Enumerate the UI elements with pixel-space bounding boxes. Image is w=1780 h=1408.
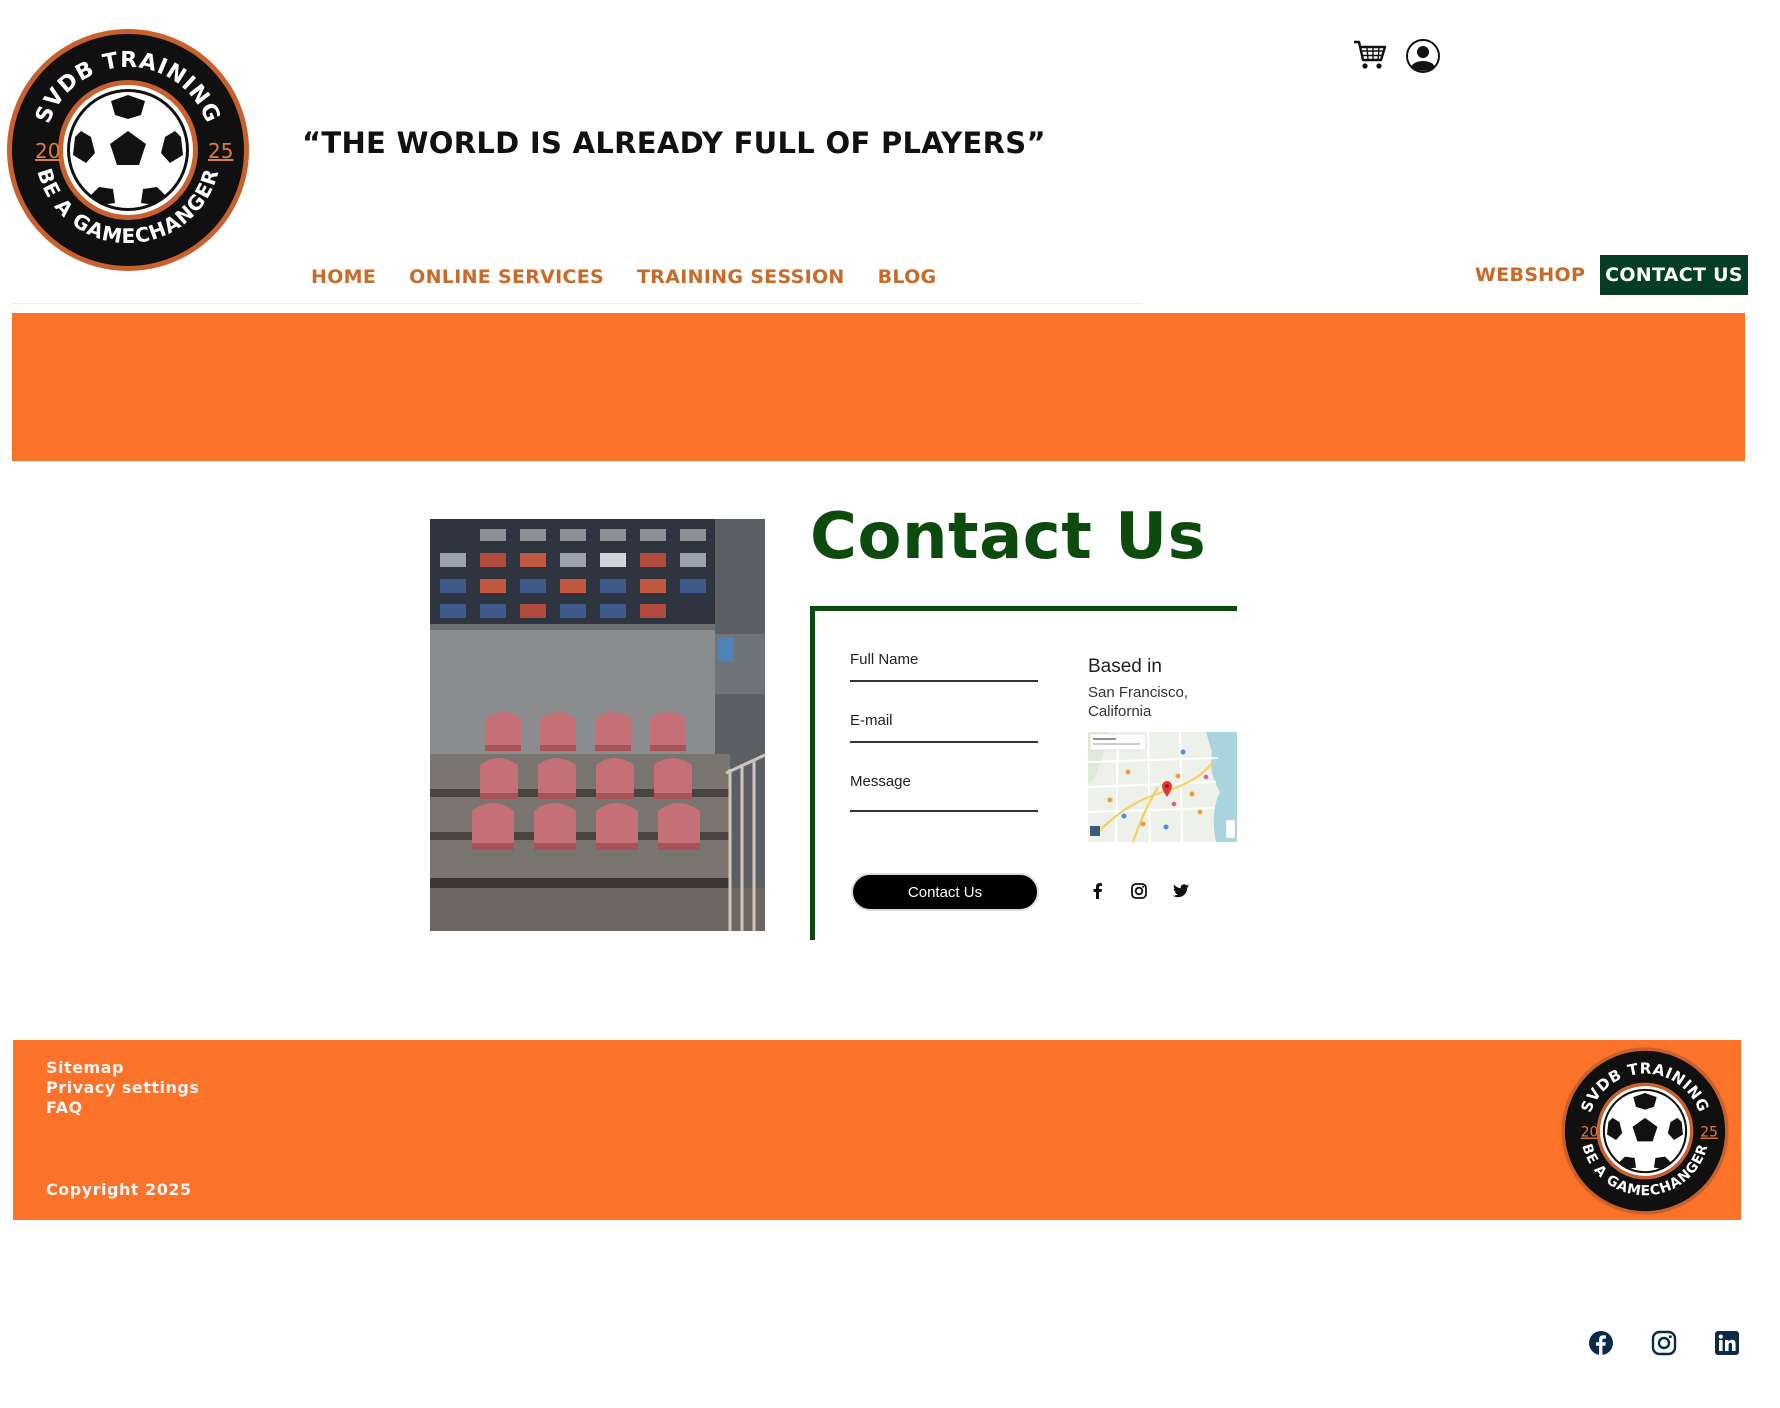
form-frame-top: [810, 606, 1237, 611]
facebook-icon[interactable]: [1588, 1330, 1614, 1356]
location-map[interactable]: [1088, 732, 1237, 842]
based-in-label: Based in: [1088, 656, 1162, 677]
footer-links: Sitemap Privacy settings FAQ: [46, 1058, 199, 1118]
footer-link-privacy[interactable]: Privacy settings: [46, 1078, 199, 1098]
instagram-icon[interactable]: [1651, 1330, 1677, 1356]
linkedin-icon[interactable]: [1714, 1330, 1740, 1356]
footer-link-sitemap[interactable]: Sitemap: [46, 1058, 199, 1078]
email-label: E-mail: [850, 712, 893, 729]
nav-home[interactable]: HOME: [311, 266, 376, 288]
nav-webshop[interactable]: WEBSHOP: [1475, 264, 1585, 286]
contact-submit-button[interactable]: Contact Us: [851, 873, 1039, 911]
logo-year-right: 25: [208, 139, 233, 163]
footer-logo[interactable]: SVDB TRAINING BE A GAMECHANGER 20 25: [1560, 1046, 1730, 1216]
twitter-icon[interactable]: [1172, 882, 1190, 900]
user-icon[interactable]: [1405, 38, 1441, 74]
logo-year-left: 20: [35, 139, 60, 163]
tagline: “THE WORLD IS ALREADY FULL OF PLAYERS”: [302, 126, 1046, 160]
hero-banner: [12, 313, 1745, 461]
facebook-icon[interactable]: [1089, 882, 1107, 900]
logo[interactable]: SVDB TRAINING BE A GAMECHANGER 20 25: [5, 27, 251, 273]
location-text: San Francisco, California: [1088, 684, 1189, 720]
nav-online-services[interactable]: ONLINE SERVICES: [409, 266, 604, 288]
footer-link-faq[interactable]: FAQ: [46, 1098, 199, 1118]
copyright: Copyright 2025: [46, 1180, 192, 1199]
footer: [13, 1040, 1741, 1220]
cart-icon[interactable]: [1352, 36, 1388, 72]
footer-logo-year-right: 25: [1700, 1125, 1718, 1141]
instagram-icon[interactable]: [1130, 882, 1148, 900]
email-input[interactable]: [850, 741, 1038, 743]
full-name-input[interactable]: [850, 680, 1038, 682]
full-name-label: Full Name: [850, 651, 919, 668]
nav-divider: [12, 303, 1142, 304]
contact-title: Contact Us: [810, 500, 1207, 574]
message-label: Message: [850, 773, 911, 790]
nav-training-session[interactable]: TRAINING SESSION: [637, 266, 845, 288]
stadium-seats-image: [430, 519, 765, 931]
form-frame-left: [810, 606, 815, 940]
main-nav: HOME ONLINE SERVICES TRAINING SESSION BL…: [311, 266, 969, 288]
footer-logo-year-left: 20: [1581, 1125, 1599, 1141]
message-input[interactable]: [850, 810, 1038, 812]
nav-contact-button[interactable]: CONTACT US: [1600, 255, 1748, 295]
nav-blog[interactable]: BLOG: [878, 266, 937, 288]
